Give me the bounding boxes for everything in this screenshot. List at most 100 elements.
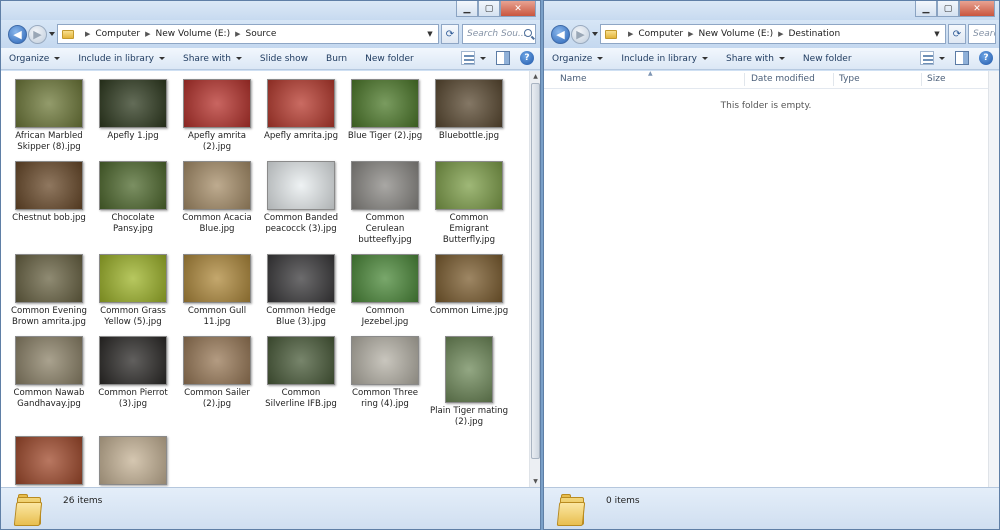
minimize-button[interactable]: ▁ xyxy=(456,1,478,17)
image-thumbnail[interactable] xyxy=(99,436,167,485)
title-bar[interactable]: ▁ ▢ ✕ xyxy=(544,1,999,20)
image-thumbnail[interactable] xyxy=(15,436,83,485)
image-thumbnail[interactable] xyxy=(99,336,167,385)
scroll-up-icon[interactable]: ▲ xyxy=(531,72,540,81)
image-thumbnail[interactable] xyxy=(99,161,167,210)
image-thumbnail[interactable] xyxy=(351,161,419,210)
image-thumbnail[interactable] xyxy=(15,254,83,303)
column-divider[interactable] xyxy=(833,73,834,86)
image-thumbnail[interactable] xyxy=(15,79,83,128)
image-thumbnail[interactable] xyxy=(267,161,335,210)
minimize-button[interactable]: ▁ xyxy=(915,1,937,17)
image-thumbnail[interactable] xyxy=(99,79,167,128)
refresh-icon[interactable]: ⟳ xyxy=(441,24,459,44)
file-tile[interactable]: Common Banded peacocck (3).jpg xyxy=(259,159,343,246)
breadcrumb-volume[interactable]: New Volume (E:) xyxy=(699,29,774,39)
organize-menu[interactable]: Organize xyxy=(9,54,61,64)
column-type[interactable]: Type xyxy=(839,74,860,84)
chevron-right-icon[interactable]: ▶ xyxy=(688,30,693,38)
file-tile[interactable]: Common Nawab Gandhavay.jpg xyxy=(7,334,91,428)
help-icon[interactable]: ? xyxy=(520,51,534,65)
file-tile[interactable]: Common Pierrot (3).jpg xyxy=(91,334,175,428)
file-tile[interactable]: Bluebottle.jpg xyxy=(427,77,511,153)
file-tile[interactable]: Common Lime.jpg xyxy=(427,252,511,328)
vertical-scrollbar[interactable]: ▲ ▼ xyxy=(529,71,540,487)
include-in-library-menu[interactable]: Include in library xyxy=(621,54,708,64)
views-icon[interactable] xyxy=(920,51,934,65)
file-tile[interactable]: Red Pierrot xyxy=(7,434,91,487)
file-tile[interactable]: Plain Tiger mating (2).jpg xyxy=(427,334,511,428)
include-in-library-menu[interactable]: Include in library xyxy=(78,54,165,64)
new-folder-button[interactable]: New folder xyxy=(365,54,414,64)
file-tile[interactable]: African Marbled Skipper (8).jpg xyxy=(7,77,91,153)
column-divider[interactable] xyxy=(744,73,745,86)
file-tile[interactable]: Common Cerulean butteefly.jpg xyxy=(343,159,427,246)
file-tile[interactable]: Common Silverline IFB.jpg xyxy=(259,334,343,428)
recent-pages-dropdown[interactable] xyxy=(49,32,55,36)
file-tile[interactable]: Chestnut bob.jpg xyxy=(7,159,91,246)
file-tile[interactable]: Apefly amrita (2).jpg xyxy=(175,77,259,153)
file-tile[interactable]: Common Sailer (2).jpg xyxy=(175,334,259,428)
image-thumbnail[interactable] xyxy=(267,79,335,128)
image-thumbnail[interactable] xyxy=(183,79,251,128)
burn-button[interactable]: Burn xyxy=(326,54,347,64)
breadcrumb-volume[interactable]: New Volume (E:) xyxy=(156,29,231,39)
forward-arrow-icon[interactable]: ▶ xyxy=(28,25,47,44)
breadcrumb-computer[interactable]: Computer xyxy=(95,29,140,39)
file-tile[interactable]: Common Acacia Blue.jpg xyxy=(175,159,259,246)
image-thumbnail[interactable] xyxy=(15,336,83,385)
refresh-icon[interactable]: ⟳ xyxy=(948,24,966,44)
chevron-down-icon[interactable] xyxy=(939,56,945,60)
file-tile[interactable]: Apefly amrita.jpg xyxy=(259,77,343,153)
share-with-menu[interactable]: Share with xyxy=(726,54,785,64)
column-date-modified[interactable]: Date modified xyxy=(751,74,815,84)
file-tile[interactable]: Common Jezebel.jpg xyxy=(343,252,427,328)
file-tile[interactable]: Common Grass Yellow (5).jpg xyxy=(91,252,175,328)
search-input[interactable]: Search Sou... xyxy=(462,24,536,44)
file-tile[interactable]: Common Hedge Blue (3).jpg xyxy=(259,252,343,328)
image-thumbnail[interactable] xyxy=(183,161,251,210)
column-size[interactable]: Size xyxy=(927,74,945,84)
breadcrumb-folder[interactable]: Destination xyxy=(789,29,841,39)
file-tile[interactable]: Common Gull 11.jpg xyxy=(175,252,259,328)
back-arrow-icon[interactable]: ◀ xyxy=(8,25,27,44)
close-button[interactable]: ✕ xyxy=(500,1,536,17)
file-tile[interactable]: Blue Tiger (2).jpg xyxy=(343,77,427,153)
preview-pane-icon[interactable] xyxy=(496,51,510,65)
image-thumbnail[interactable] xyxy=(267,336,335,385)
title-bar[interactable]: ▁ ▢ ✕ xyxy=(1,1,540,20)
close-button[interactable]: ✕ xyxy=(959,1,995,17)
file-tile[interactable]: Chocolate Pansy.jpg xyxy=(91,159,175,246)
image-thumbnail[interactable] xyxy=(351,254,419,303)
scroll-down-icon[interactable]: ▼ xyxy=(531,477,540,486)
image-thumbnail[interactable] xyxy=(435,161,503,210)
chevron-right-icon[interactable]: ▶ xyxy=(235,30,240,38)
forward-arrow-icon[interactable]: ▶ xyxy=(571,25,590,44)
image-thumbnail[interactable] xyxy=(351,79,419,128)
search-icon[interactable] xyxy=(524,29,532,37)
image-thumbnail[interactable] xyxy=(15,161,83,210)
chevron-down-icon[interactable] xyxy=(480,56,486,60)
address-bar[interactable]: ▶ Computer ▶ New Volume (E:) ▶ Source ▼ xyxy=(57,24,439,44)
chevron-right-icon[interactable]: ▶ xyxy=(778,30,783,38)
image-thumbnail[interactable] xyxy=(183,254,251,303)
address-dropdown-icon[interactable]: ▼ xyxy=(424,25,436,43)
views-icon[interactable] xyxy=(461,51,475,65)
file-tile[interactable]: Common Three ring (4).jpg xyxy=(343,334,427,428)
image-thumbnail[interactable] xyxy=(183,336,251,385)
image-thumbnail[interactable] xyxy=(435,254,503,303)
address-dropdown-icon[interactable]: ▼ xyxy=(931,25,943,43)
file-tile[interactable]: Slate xyxy=(91,434,175,487)
search-input[interactable]: Search Des... xyxy=(968,24,996,44)
file-tile[interactable]: Common Emigrant Butterfly.jpg xyxy=(427,159,511,246)
image-thumbnail[interactable] xyxy=(99,254,167,303)
help-icon[interactable]: ? xyxy=(979,51,993,65)
slide-show-button[interactable]: Slide show xyxy=(260,54,308,64)
organize-menu[interactable]: Organize xyxy=(552,54,604,64)
preview-pane-icon[interactable] xyxy=(955,51,969,65)
back-arrow-icon[interactable]: ◀ xyxy=(551,25,570,44)
chevron-right-icon[interactable]: ▶ xyxy=(628,30,633,38)
new-folder-button[interactable]: New folder xyxy=(803,54,852,64)
address-bar[interactable]: ▶ Computer ▶ New Volume (E:) ▶ Destinati… xyxy=(600,24,946,44)
scrollbar-thumb[interactable] xyxy=(531,83,540,459)
